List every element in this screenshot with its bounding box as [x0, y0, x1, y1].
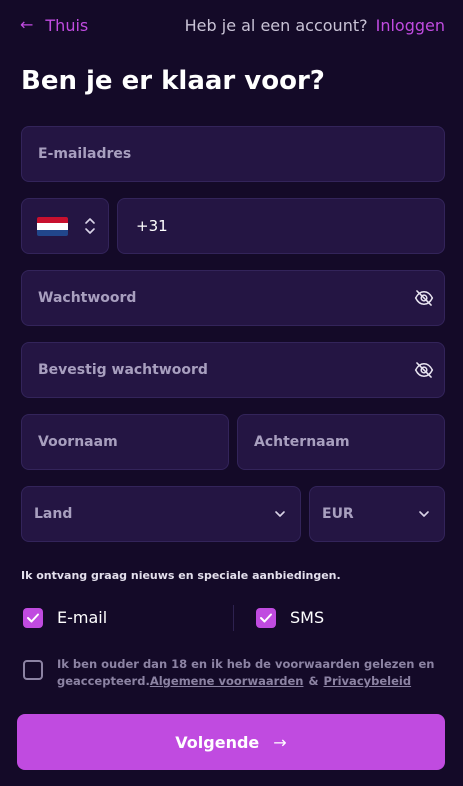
- top-bar: ← Thuis Heb je al een account? Inloggen: [0, 0, 463, 52]
- arrow-right-icon: →: [273, 732, 287, 752]
- terms-ampersand: &: [308, 674, 319, 688]
- terms-text: Ik ben ouder dan 18 en ik heb de voorwaa…: [57, 656, 447, 690]
- password-field[interactable]: Wachtwoord: [21, 270, 445, 326]
- email-placeholder: E-mailadres: [38, 146, 132, 162]
- checkmark-icon: [27, 613, 39, 623]
- currency-value: EUR: [322, 506, 354, 522]
- netherlands-flag-icon: [37, 217, 68, 236]
- email-field[interactable]: E-mailadres: [21, 126, 445, 182]
- back-home-link[interactable]: ← Thuis: [20, 14, 88, 36]
- password-placeholder: Wachtwoord: [38, 290, 137, 306]
- firstname-field[interactable]: Voornaam: [21, 414, 229, 470]
- terms-checkbox[interactable]: [23, 660, 43, 680]
- country-code-select[interactable]: [21, 198, 109, 254]
- confirm-password-placeholder: Bevestig wachtwoord: [38, 362, 208, 378]
- chevron-updown-icon: [85, 218, 95, 234]
- email-checkbox[interactable]: [23, 608, 43, 628]
- firstname-placeholder: Voornaam: [38, 434, 118, 450]
- confirm-password-field[interactable]: Bevestig wachtwoord: [21, 342, 445, 398]
- page-title: Ben je er klaar voor?: [21, 66, 325, 96]
- sms-checkbox[interactable]: [256, 608, 276, 628]
- terms-link[interactable]: Algemene voorwaarden: [150, 674, 304, 688]
- country-select[interactable]: Land: [21, 486, 301, 542]
- chevron-down-icon: [275, 511, 285, 517]
- email-checkbox-label: E-mail: [57, 608, 108, 627]
- sms-checkbox-label: SMS: [290, 608, 325, 627]
- eye-off-icon[interactable]: [414, 288, 434, 308]
- next-button[interactable]: Volgende →: [17, 714, 445, 770]
- privacy-link[interactable]: Privacybeleid: [324, 674, 412, 688]
- divider: [233, 605, 234, 631]
- account-question: Heb je al een account?: [184, 15, 368, 35]
- chevron-down-icon: [419, 511, 429, 517]
- checkmark-icon: [260, 613, 272, 623]
- currency-select[interactable]: EUR: [309, 486, 445, 542]
- newsletter-text: Ik ontvang graag nieuws en speciale aanb…: [21, 569, 341, 582]
- account-prompt: Heb je al een account? Inloggen: [185, 14, 445, 36]
- lastname-placeholder: Achternaam: [254, 434, 350, 450]
- next-button-label: Volgende: [175, 732, 260, 752]
- eye-off-icon[interactable]: [414, 360, 434, 380]
- phone-value: +31: [136, 217, 168, 235]
- lastname-field[interactable]: Achternaam: [237, 414, 445, 470]
- login-link[interactable]: Inloggen: [376, 16, 445, 35]
- phone-field[interactable]: +31: [117, 198, 445, 254]
- country-placeholder: Land: [34, 506, 73, 522]
- arrow-left-icon: ←: [20, 15, 34, 34]
- back-label: Thuis: [45, 15, 89, 35]
